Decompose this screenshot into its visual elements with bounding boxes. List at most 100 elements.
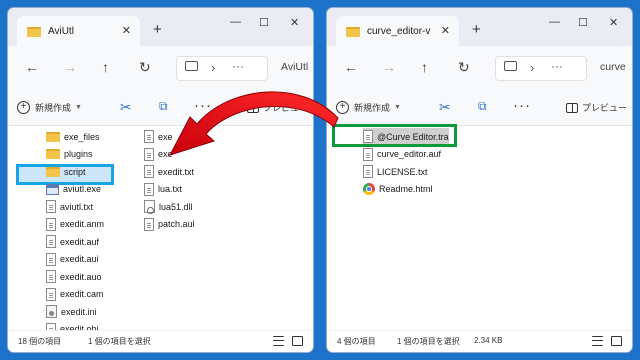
close-window-button[interactable]: ✕ — [609, 16, 618, 29]
file-item[interactable]: lua51.dll — [144, 198, 193, 215]
file-item[interactable]: exedit.cam — [46, 286, 104, 303]
file-item[interactable]: curve_editor.auf — [363, 146, 441, 163]
file-item[interactable]: aviutl.exe — [46, 181, 101, 198]
preview-pane-icon — [247, 102, 259, 113]
file-name: aviutl.txt — [60, 201, 94, 212]
file-item[interactable]: aviutl.txt — [46, 198, 93, 215]
preview-label: プレビュー — [263, 103, 309, 113]
cut-icon[interactable]: ✂ — [120, 99, 132, 116]
minimize-button[interactable]: — — [230, 16, 241, 28]
dll-icon — [144, 200, 155, 214]
more-options-icon[interactable]: ··· — [513, 97, 531, 114]
preview-button[interactable]: プレビュー — [566, 101, 627, 114]
file-item[interactable]: plugins — [46, 146, 93, 163]
selection-count: 1 個の項目を選択 — [88, 337, 151, 346]
details-view-icon[interactable] — [273, 336, 284, 346]
refresh-icon[interactable]: ↻ — [139, 59, 151, 76]
file-item[interactable]: exedit.ini — [46, 303, 97, 320]
new-button-label: 新規作成 — [354, 103, 391, 113]
copy-icon[interactable]: ⧉ — [159, 99, 168, 114]
tiles-view-icon[interactable] — [611, 336, 622, 346]
document-icon — [46, 235, 56, 248]
document-icon — [144, 182, 154, 196]
file-item[interactable]: exedit.aui — [46, 251, 99, 268]
address-path-text[interactable]: curve — [600, 61, 626, 73]
file-name: exedit.ini — [61, 306, 97, 317]
new-tab-button[interactable]: + — [472, 21, 481, 38]
file-item[interactable]: exedit.txt — [144, 163, 194, 180]
file-item[interactable]: script — [46, 163, 86, 180]
document-icon — [46, 217, 56, 231]
details-view-icon[interactable] — [592, 336, 603, 346]
explorer-window-aviutl: AviUtl ✕ + — ☐ ✕ ← → ↑ ↻ › ··· AviUtl + … — [7, 7, 314, 353]
item-count: 18 個の項目 — [18, 337, 62, 346]
address-bar[interactable]: › ··· — [495, 56, 587, 81]
cut-icon[interactable]: ✂ — [439, 99, 451, 116]
new-button[interactable]: + 新規作成 ▼ — [336, 101, 401, 114]
file-item[interactable]: patch.aul — [144, 216, 195, 233]
document-icon — [363, 165, 373, 178]
tab-curve-editor[interactable]: curve_editor-v ✕ — [336, 16, 459, 47]
forward-arrow-icon[interactable]: → — [382, 59, 396, 75]
more-path-icon[interactable]: ··· — [232, 59, 244, 73]
close-tab-icon[interactable]: ✕ — [122, 24, 131, 37]
new-button[interactable]: + 新規作成 ▼ — [17, 101, 82, 114]
item-count: 4 個の項目 — [337, 337, 376, 346]
file-name: exedit.cam — [60, 289, 104, 299]
folder-icon — [46, 149, 60, 159]
more-path-icon[interactable]: ··· — [551, 59, 563, 73]
plus-icon: + — [17, 101, 30, 114]
selection-count: 1 個の項目を選択 — [397, 337, 460, 346]
file-name: plugins — [64, 149, 93, 159]
folder-icon — [346, 26, 360, 37]
maximize-button[interactable]: ☐ — [259, 16, 269, 29]
file-item[interactable]: exedit.anm — [46, 216, 104, 233]
file-name: LICENSE.txt — [377, 166, 428, 177]
more-options-icon[interactable]: ··· — [194, 97, 212, 114]
chevron-right-icon[interactable]: › — [211, 60, 215, 75]
back-arrow-icon[interactable]: ← — [344, 59, 358, 75]
minimize-button[interactable]: — — [549, 16, 560, 28]
file-item[interactable]: exedit.auo — [46, 268, 102, 285]
file-item[interactable]: exe — [144, 128, 173, 145]
document-icon — [46, 270, 56, 283]
plus-icon: + — [336, 101, 349, 114]
file-name: lua.txt — [158, 184, 183, 194]
file-item[interactable]: exedit.auf — [46, 233, 99, 250]
document-icon — [144, 217, 154, 231]
file-item[interactable]: LICENSE.txt — [363, 163, 428, 180]
preview-button[interactable]: プレビュー — [247, 101, 308, 114]
this-pc-icon — [504, 61, 517, 71]
back-arrow-icon[interactable]: ← — [25, 59, 39, 75]
file-item[interactable]: lua.txt — [144, 181, 182, 198]
close-window-button[interactable]: ✕ — [290, 16, 299, 29]
file-name: exedit.aui — [60, 254, 99, 264]
preview-label: プレビュー — [582, 103, 628, 113]
tab-aviutl[interactable]: AviUtl ✕ — [17, 16, 140, 47]
title-bar: curve_editor-v ✕ + — ☐ ✕ — [327, 8, 632, 47]
forward-arrow-icon[interactable]: → — [63, 59, 77, 75]
address-bar[interactable]: › ··· — [176, 56, 268, 81]
maximize-button[interactable]: ☐ — [578, 16, 588, 29]
address-path-text[interactable]: AviUtl — [281, 61, 308, 73]
tiles-view-icon[interactable] — [292, 336, 303, 346]
file-name: exe — [158, 149, 173, 159]
copy-icon[interactable]: ⧉ — [478, 99, 487, 114]
new-tab-button[interactable]: + — [153, 21, 162, 38]
status-bar: 18 個の項目 1 個の項目を選択 — [8, 330, 313, 352]
close-tab-icon[interactable]: ✕ — [441, 24, 450, 37]
chevron-right-icon[interactable]: › — [530, 60, 534, 75]
status-bar: 4 個の項目 1 個の項目を選択 2.34 KB — [327, 330, 632, 352]
file-item[interactable]: exe — [144, 146, 173, 163]
file-name: exedit.auo — [60, 271, 102, 282]
document-icon — [46, 200, 56, 213]
explorer-window-curve-editor: curve_editor-v ✕ + — ☐ ✕ ← → ↑ ↻ › ··· c… — [326, 7, 633, 353]
refresh-icon[interactable]: ↻ — [458, 59, 470, 76]
file-item[interactable]: Readme.html — [363, 181, 433, 198]
up-arrow-icon[interactable]: ↑ — [421, 59, 428, 75]
file-item[interactable]: exe_files — [46, 128, 100, 145]
new-button-label: 新規作成 — [35, 103, 72, 113]
up-arrow-icon[interactable]: ↑ — [102, 59, 109, 75]
curve-editor-file-highlight — [332, 124, 457, 147]
chrome-icon — [363, 183, 375, 195]
